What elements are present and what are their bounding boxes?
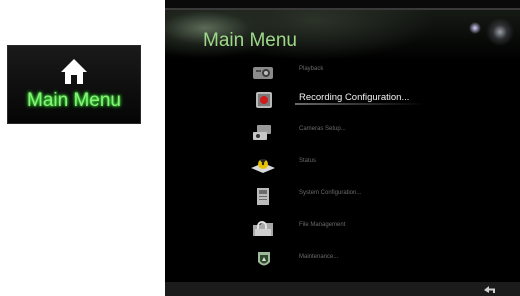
menu-item-maintenance[interactable]: Maintenance... bbox=[165, 246, 520, 274]
menu-item-label: Recording Configuration... bbox=[299, 92, 410, 103]
back-arrow-icon[interactable] bbox=[481, 284, 499, 296]
menu-item-label: Cameras Setup... bbox=[299, 126, 346, 132]
menu-item-cameras-setup[interactable]: Cameras Setup... bbox=[165, 118, 520, 146]
folder-icon bbox=[253, 221, 273, 236]
playback-icon bbox=[253, 67, 273, 79]
menu-item-label: System Configuration... bbox=[299, 190, 362, 196]
menu-item-file-management[interactable]: File Management bbox=[165, 214, 520, 242]
menu-item-status[interactable]: Status bbox=[165, 150, 520, 178]
camera-icon bbox=[253, 125, 271, 140]
status-icon bbox=[251, 159, 275, 173]
main-menu-panel: Main Menu Playback Recording Configurati… bbox=[165, 0, 520, 296]
menu-item-label: Playback bbox=[299, 66, 324, 72]
top-bar bbox=[165, 0, 520, 10]
main-menu-shortcut-label: Main Menu bbox=[27, 90, 121, 111]
maintenance-icon bbox=[258, 252, 270, 266]
menu-item-label: Maintenance... bbox=[299, 254, 339, 260]
recording-icon bbox=[256, 92, 272, 108]
selection-highlight bbox=[295, 103, 425, 105]
bottom-bar bbox=[165, 282, 520, 296]
menu-item-recording-configuration[interactable]: Recording Configuration... bbox=[165, 86, 520, 114]
menu-item-system-configuration[interactable]: System Configuration... bbox=[165, 182, 520, 210]
main-menu-shortcut-button[interactable]: Main Menu bbox=[7, 45, 141, 124]
system-config-icon bbox=[257, 188, 269, 205]
home-icon bbox=[61, 59, 87, 84]
menu-item-label: Status bbox=[299, 158, 317, 164]
page-title: Main Menu bbox=[203, 30, 297, 51]
menu-item-label: File Management bbox=[299, 222, 346, 228]
menu-item-playback[interactable]: Playback bbox=[165, 58, 520, 86]
